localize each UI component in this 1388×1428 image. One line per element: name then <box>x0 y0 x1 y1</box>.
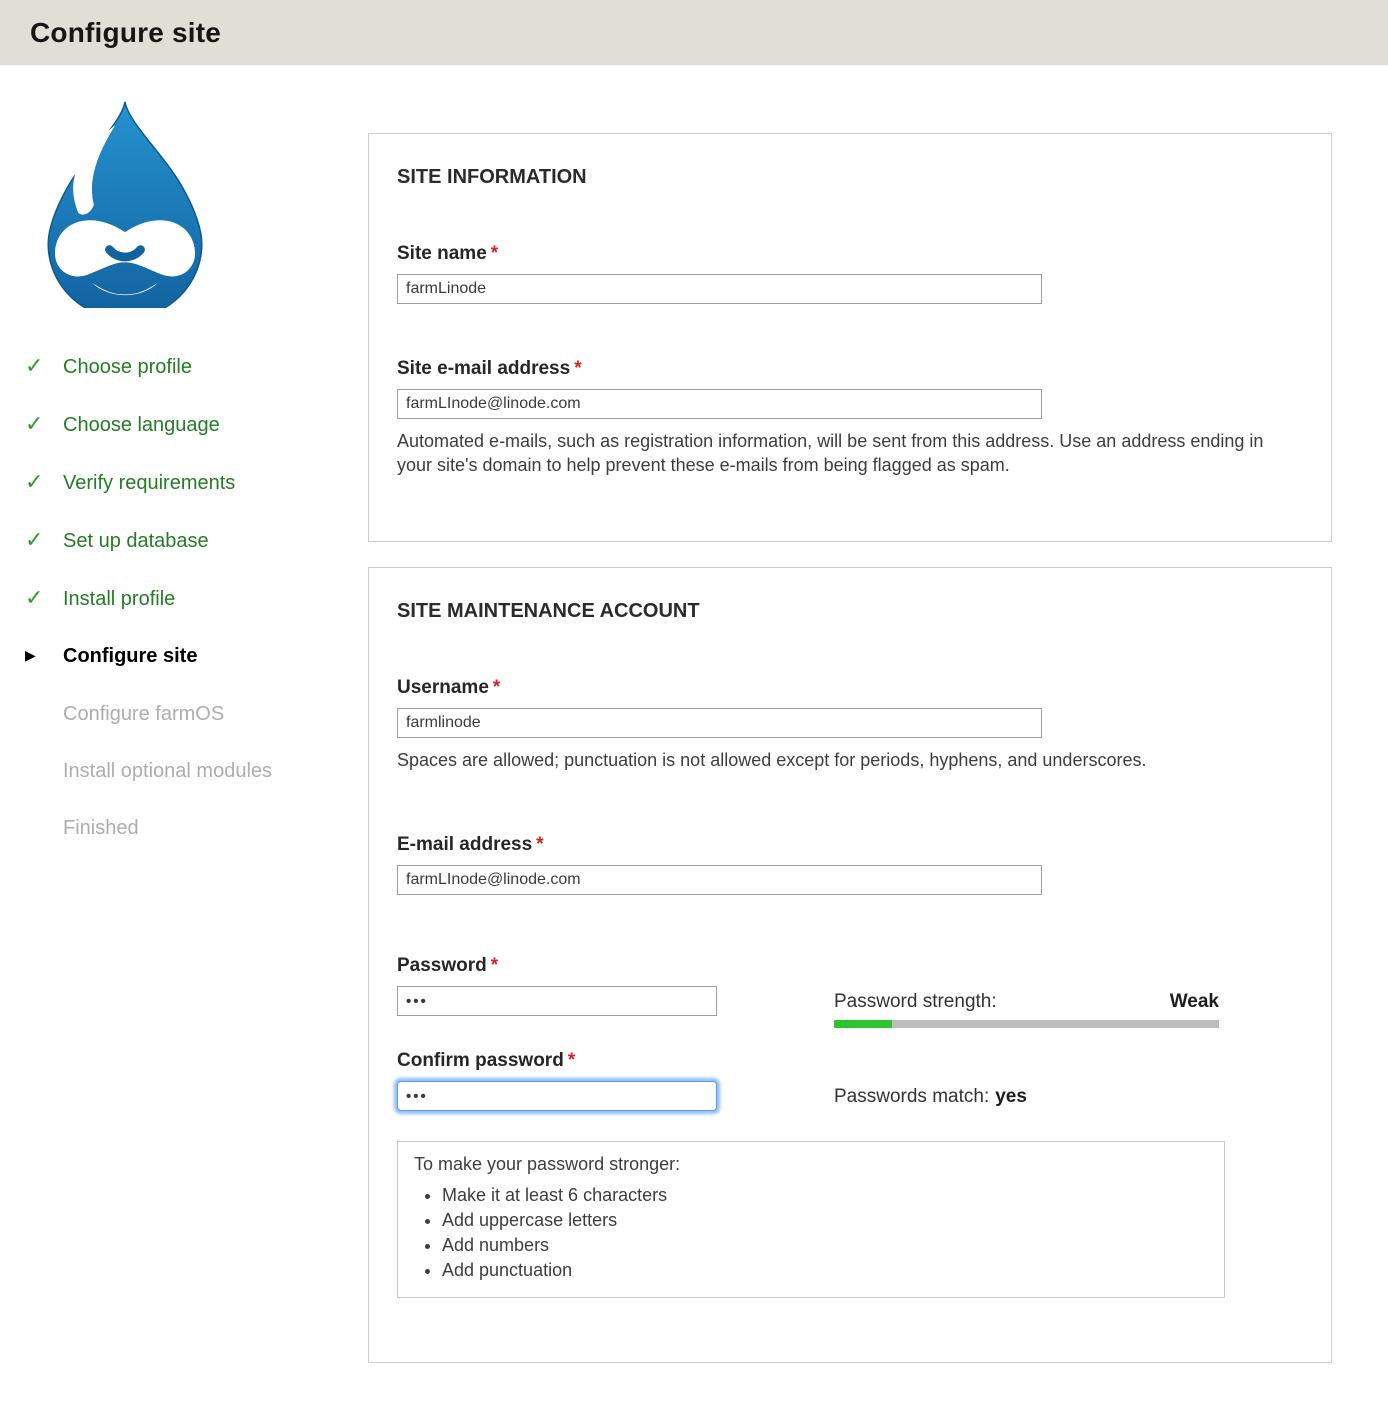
site-email-input[interactable] <box>397 389 1042 419</box>
step-item-configure-farmos: Configure farmOS <box>25 702 368 726</box>
account-email-input[interactable] <box>397 865 1042 895</box>
content: ✓Choose profile✓Choose language✓Verify r… <box>0 66 1388 1428</box>
step-label: Choose profile <box>63 355 192 379</box>
drupal-droplet-icon <box>27 96 223 308</box>
password-strength-block: Password strength: Weak <box>834 991 1219 1028</box>
password-tip: Add uppercase letters <box>442 1208 1208 1232</box>
password-fields-column: Password* Confirm password* <box>397 955 834 1111</box>
check-icon: ✓ <box>25 412 63 436</box>
step-label: Verify requirements <box>63 471 235 495</box>
current-step-arrow-icon: ▶ <box>25 643 63 667</box>
password-tips-list: Make it at least 6 charactersAdd upperca… <box>442 1183 1208 1282</box>
required-marker: * <box>574 358 581 379</box>
check-icon: ✓ <box>25 354 63 378</box>
username-description: Spaces are allowed; punctuation is not a… <box>397 748 1302 772</box>
install-steps-list: ✓Choose profile✓Choose language✓Verify r… <box>25 354 368 840</box>
step-label: Configure farmOS <box>63 702 224 726</box>
site-email-item: Site e-mail address* Automated e-mails, … <box>397 358 1303 477</box>
password-feedback-column: Password strength: Weak Passwords match:… <box>834 955 1219 1111</box>
page-header: Configure site <box>0 0 1388 66</box>
step-label: Finished <box>63 816 139 840</box>
account-email-label: E-mail address* <box>397 834 1303 856</box>
site-name-label: Site name* <box>397 243 1303 265</box>
site-name-item: Site name* <box>397 243 1303 304</box>
step-label: Choose language <box>63 413 220 437</box>
site-email-label: Site e-mail address* <box>397 358 1303 380</box>
required-marker: * <box>491 955 498 976</box>
step-label: Install optional modules <box>63 759 272 783</box>
confirm-password-input[interactable] <box>397 1081 717 1111</box>
step-label: Configure site <box>63 644 197 668</box>
step-item-install-profile: ✓Install profile <box>25 586 368 611</box>
passwords-match-line: Passwords match: yes <box>834 1086 1219 1108</box>
username-item: Username* Spaces are allowed; punctuatio… <box>397 677 1303 772</box>
username-input[interactable] <box>397 708 1042 738</box>
site-information-fieldset: SITE INFORMATION Site name* Site e-mail … <box>368 133 1332 542</box>
password-strength-fill <box>834 1020 892 1028</box>
check-icon: ✓ <box>25 528 63 552</box>
install-sidebar: ✓Choose profile✓Choose language✓Verify r… <box>0 66 368 1428</box>
password-tips-box: To make your password stronger: Make it … <box>397 1141 1225 1298</box>
password-strength-label: Password strength: <box>834 991 997 1013</box>
step-label: Set up database <box>63 529 209 553</box>
main-content: SITE INFORMATION Site name* Site e-mail … <box>368 66 1388 1428</box>
required-marker: * <box>568 1050 575 1071</box>
passwords-match-label: Passwords match: <box>834 1086 989 1107</box>
step-item-install-optional-modules: Install optional modules <box>25 759 368 783</box>
step-item-set-up-database: ✓Set up database <box>25 528 368 553</box>
password-strength-line: Password strength: Weak <box>834 991 1219 1013</box>
username-label: Username* <box>397 677 1303 699</box>
password-section: Password* Confirm password* Password str… <box>397 955 1303 1111</box>
step-item-verify-requirements: ✓Verify requirements <box>25 470 368 495</box>
maintenance-account-legend: SITE MAINTENANCE ACCOUNT <box>397 600 1303 623</box>
passwords-match-value: yes <box>995 1086 1027 1107</box>
required-marker: * <box>493 677 500 698</box>
maintenance-account-fieldset: SITE MAINTENANCE ACCOUNT Username* Space… <box>368 567 1332 1363</box>
required-marker: * <box>491 243 498 264</box>
confirm-password-label: Confirm password* <box>397 1050 834 1072</box>
account-email-item: E-mail address* <box>397 834 1303 895</box>
password-label: Password* <box>397 955 834 977</box>
required-marker: * <box>536 834 543 855</box>
password-tip: Add punctuation <box>442 1258 1208 1282</box>
step-item-finished: Finished <box>25 816 368 840</box>
page-title: Configure site <box>30 17 221 49</box>
check-icon: ✓ <box>25 586 63 610</box>
step-item-configure-site: ▶Configure site <box>25 644 368 669</box>
site-email-description: Automated e-mails, such as registration … <box>397 429 1302 477</box>
password-tip: Add numbers <box>442 1233 1208 1257</box>
password-strength-value: Weak <box>1170 991 1219 1013</box>
password-input[interactable] <box>397 986 717 1016</box>
password-tips-title: To make your password stronger: <box>414 1154 1208 1175</box>
step-item-choose-language: ✓Choose language <box>25 412 368 437</box>
site-information-legend: SITE INFORMATION <box>397 166 1303 189</box>
password-strength-track <box>834 1020 1219 1028</box>
step-item-choose-profile: ✓Choose profile <box>25 354 368 379</box>
password-tip: Make it at least 6 characters <box>442 1183 1208 1207</box>
drupal-logo <box>27 96 223 308</box>
step-label: Install profile <box>63 587 175 611</box>
check-icon: ✓ <box>25 470 63 494</box>
site-name-input[interactable] <box>397 274 1042 304</box>
